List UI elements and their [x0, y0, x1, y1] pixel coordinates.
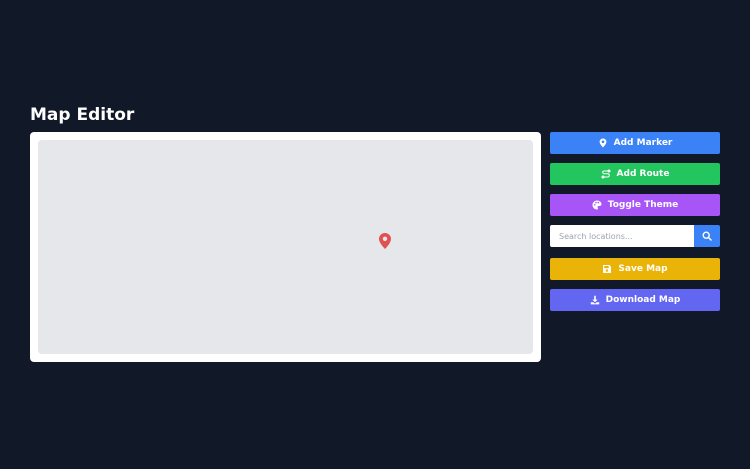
map-container	[30, 132, 541, 362]
download-map-label: Download Map	[605, 295, 681, 305]
search-bar	[550, 225, 720, 247]
route-icon	[601, 169, 611, 179]
save-map-label: Save Map	[618, 264, 668, 274]
add-marker-label: Add Marker	[613, 138, 673, 148]
save-icon	[602, 264, 612, 274]
palette-icon	[592, 200, 602, 210]
download-icon	[590, 295, 600, 305]
toggle-theme-button[interactable]: Toggle Theme	[550, 194, 720, 216]
add-route-label: Add Route	[616, 169, 670, 179]
toggle-theme-label: Toggle Theme	[607, 200, 679, 210]
search-button[interactable]	[694, 225, 720, 247]
save-map-button[interactable]: Save Map	[550, 258, 720, 280]
map-canvas[interactable]	[38, 140, 533, 354]
add-route-button[interactable]: Add Route	[550, 163, 720, 185]
download-map-button[interactable]: Download Map	[550, 289, 720, 311]
map-pin-icon	[598, 138, 608, 148]
page-title: Map Editor	[30, 105, 135, 125]
add-marker-button[interactable]: Add Marker	[550, 132, 720, 154]
map-pin-icon[interactable]	[379, 233, 391, 249]
search-icon	[702, 231, 712, 241]
search-input[interactable]	[550, 225, 694, 247]
